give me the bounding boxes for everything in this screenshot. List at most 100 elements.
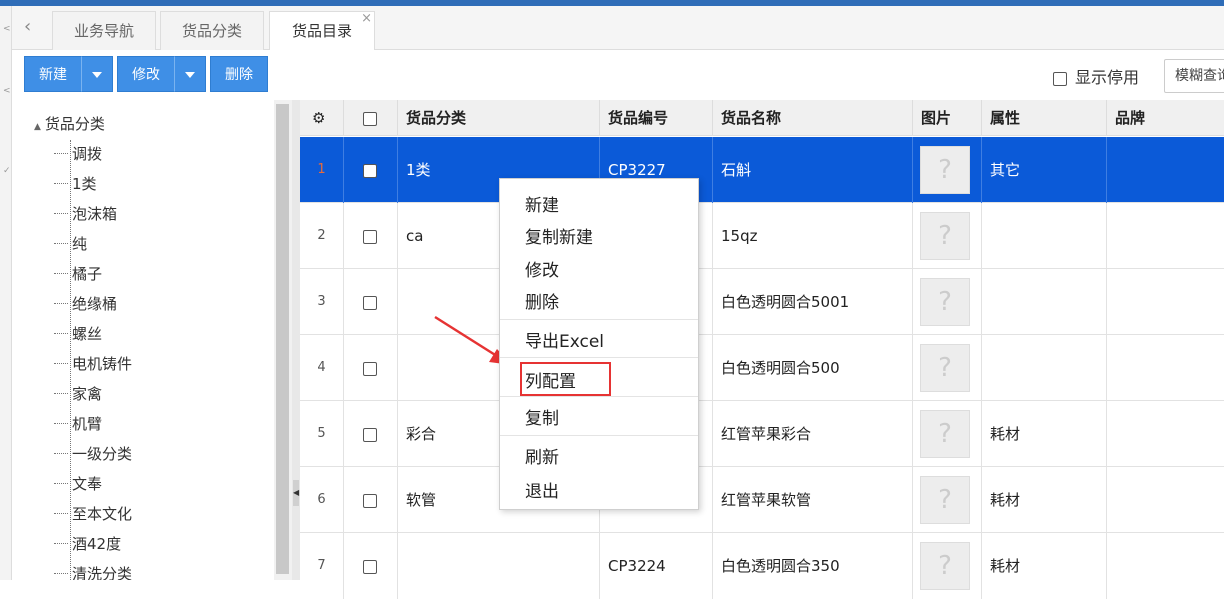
chevron-left-icon[interactable]: < — [3, 24, 11, 34]
row-checkbox-cell[interactable] — [344, 335, 398, 401]
menu-item-delete[interactable]: 删除 — [525, 288, 559, 313]
panel-splitter[interactable]: ◀ — [292, 100, 300, 580]
header-code[interactable]: 货品编号 — [600, 100, 713, 136]
edit-dropdown-button[interactable] — [174, 56, 206, 92]
tree-root[interactable]: ▲ 货品分类 — [34, 113, 105, 134]
search-placeholder: 模糊查询 — [1175, 68, 1224, 84]
tree-item[interactable]: 一级分类 — [53, 443, 132, 464]
tree-item[interactable]: 机臂 — [53, 413, 102, 434]
tab-goods-category[interactable]: 货品分类 — [160, 11, 264, 50]
tree-item[interactable]: 电机铸件 — [53, 353, 132, 374]
table-row[interactable]: 4 白色透明圆合500 ? — [300, 335, 1224, 401]
row-checkbox-cell[interactable] — [344, 269, 398, 335]
image-placeholder-icon: ? — [920, 212, 970, 260]
cell-attribute: 耗材 — [982, 533, 1107, 599]
tree-item[interactable]: 家禽 — [53, 383, 102, 404]
tab-goods-catalog[interactable]: 货品目录 × — [269, 11, 375, 51]
show-disabled-checkbox[interactable] — [1053, 71, 1067, 86]
edit-button[interactable]: 修改 — [117, 56, 175, 92]
check-icon: ✓ — [3, 166, 11, 176]
image-placeholder-icon: ? — [920, 344, 970, 392]
row-checkbox-cell[interactable] — [344, 137, 398, 203]
cell-name: 红管苹果彩合 — [713, 401, 913, 467]
cell-image: ? — [913, 269, 982, 335]
tree-item[interactable]: 1类 — [54, 173, 97, 194]
table-row[interactable]: 2 ca 15qz ? — [300, 203, 1224, 269]
menu-separator — [500, 435, 698, 436]
tree-item[interactable]: 绝缘桶 — [53, 293, 117, 314]
cell-attribute — [982, 269, 1107, 335]
row-number: 7 — [300, 533, 344, 599]
row-checkbox[interactable] — [363, 559, 377, 574]
tree-item[interactable]: 清洗分类 — [53, 563, 132, 580]
new-dropdown-button[interactable] — [81, 56, 113, 92]
tree-scrollbar-thumb[interactable] — [276, 104, 289, 574]
tab-scroll-left-icon[interactable]: ‹ — [24, 16, 31, 37]
tree-root-label: 货品分类 — [44, 115, 105, 133]
tab-bar: ‹ 业务导航 货品分类 货品目录 × — [12, 6, 1224, 51]
show-disabled-toggle[interactable]: 显示停用 — [1053, 64, 1139, 88]
table-row[interactable]: 6 软管 红管苹果软管 ? 耗材 — [300, 467, 1224, 533]
tree-item[interactable]: 橘子 — [53, 263, 102, 284]
table-row[interactable]: 3 白色透明圆合5001 ? — [300, 269, 1224, 335]
select-all-header[interactable] — [344, 100, 398, 136]
cell-name: 15qz — [713, 203, 913, 269]
table-row[interactable]: 7 CP3224 白色透明圆合350 ? 耗材 — [300, 533, 1224, 599]
menu-separator — [500, 357, 698, 358]
tree-item[interactable]: 至本文化 — [53, 503, 132, 524]
menu-item-edit[interactable]: 修改 — [525, 256, 559, 281]
header-name[interactable]: 货品名称 — [713, 100, 913, 136]
header-image[interactable]: 图片 — [913, 100, 982, 136]
menu-item-new[interactable]: 新建 — [525, 191, 559, 216]
chevron-left-icon[interactable]: < — [3, 86, 11, 96]
row-checkbox[interactable] — [363, 229, 377, 244]
edit-button-label: 修改 — [132, 67, 160, 83]
row-number: 3 — [300, 269, 344, 335]
column-settings-header[interactable]: ⚙ — [300, 100, 344, 136]
row-checkbox-cell[interactable] — [344, 533, 398, 599]
cell-brand — [1107, 533, 1224, 599]
row-checkbox-cell[interactable] — [344, 401, 398, 467]
tree-item[interactable]: 螺丝 — [53, 323, 102, 344]
search-input[interactable]: 模糊查询 — [1164, 59, 1224, 93]
table-row[interactable]: 5 彩合 红管苹果彩合 ? 耗材 — [300, 401, 1224, 467]
cell-image: ? — [913, 401, 982, 467]
menu-item-refresh[interactable]: 刷新 — [525, 443, 559, 468]
tree-item[interactable]: 纯 — [53, 233, 87, 254]
tree-item[interactable]: 调拨 — [53, 143, 102, 164]
cell-brand — [1107, 269, 1224, 335]
select-all-checkbox[interactable] — [363, 111, 377, 126]
tree-scrollbar[interactable] — [274, 100, 292, 580]
menu-item-export-excel[interactable]: 导出Excel — [525, 327, 604, 352]
cell-attribute: 耗材 — [982, 467, 1107, 533]
cell-name: 白色透明圆合350 — [713, 533, 913, 599]
menu-item-copy-new[interactable]: 复制新建 — [525, 223, 593, 248]
new-button[interactable]: 新建 — [24, 56, 82, 92]
delete-button[interactable]: 删除 — [210, 56, 268, 92]
header-brand[interactable]: 品牌 — [1107, 100, 1224, 136]
image-placeholder-icon: ? — [920, 542, 970, 590]
header-category[interactable]: 货品分类 — [398, 100, 600, 136]
menu-item-exit[interactable]: 退出 — [525, 477, 559, 502]
gear-icon[interactable]: ⚙ — [312, 109, 325, 127]
cell-image: ? — [913, 533, 982, 599]
row-checkbox[interactable] — [363, 427, 377, 442]
row-checkbox[interactable] — [363, 295, 377, 310]
row-checkbox-cell[interactable] — [344, 467, 398, 533]
row-checkbox[interactable] — [363, 493, 377, 508]
collapse-arrow-icon[interactable]: ◀ — [293, 480, 299, 506]
menu-item-copy[interactable]: 复制 — [525, 404, 559, 429]
tree-item[interactable]: 酒42度 — [53, 533, 121, 554]
table-row[interactable]: 1 1类 CP3227 石斛 ? 其它 — [300, 137, 1224, 203]
row-checkbox[interactable] — [363, 163, 377, 178]
row-checkbox-cell[interactable] — [344, 203, 398, 269]
close-icon[interactable]: × — [361, 0, 372, 38]
tree-item[interactable]: 文奉 — [53, 473, 102, 494]
tree-item[interactable]: 泡沫箱 — [53, 203, 117, 224]
tree-expand-icon[interactable]: ▲ — [34, 122, 41, 132]
new-button-label: 新建 — [39, 67, 67, 83]
tab-business-nav[interactable]: 业务导航 — [52, 11, 156, 50]
cell-brand — [1107, 467, 1224, 533]
row-checkbox[interactable] — [363, 361, 377, 376]
header-attribute[interactable]: 属性 — [982, 100, 1107, 136]
